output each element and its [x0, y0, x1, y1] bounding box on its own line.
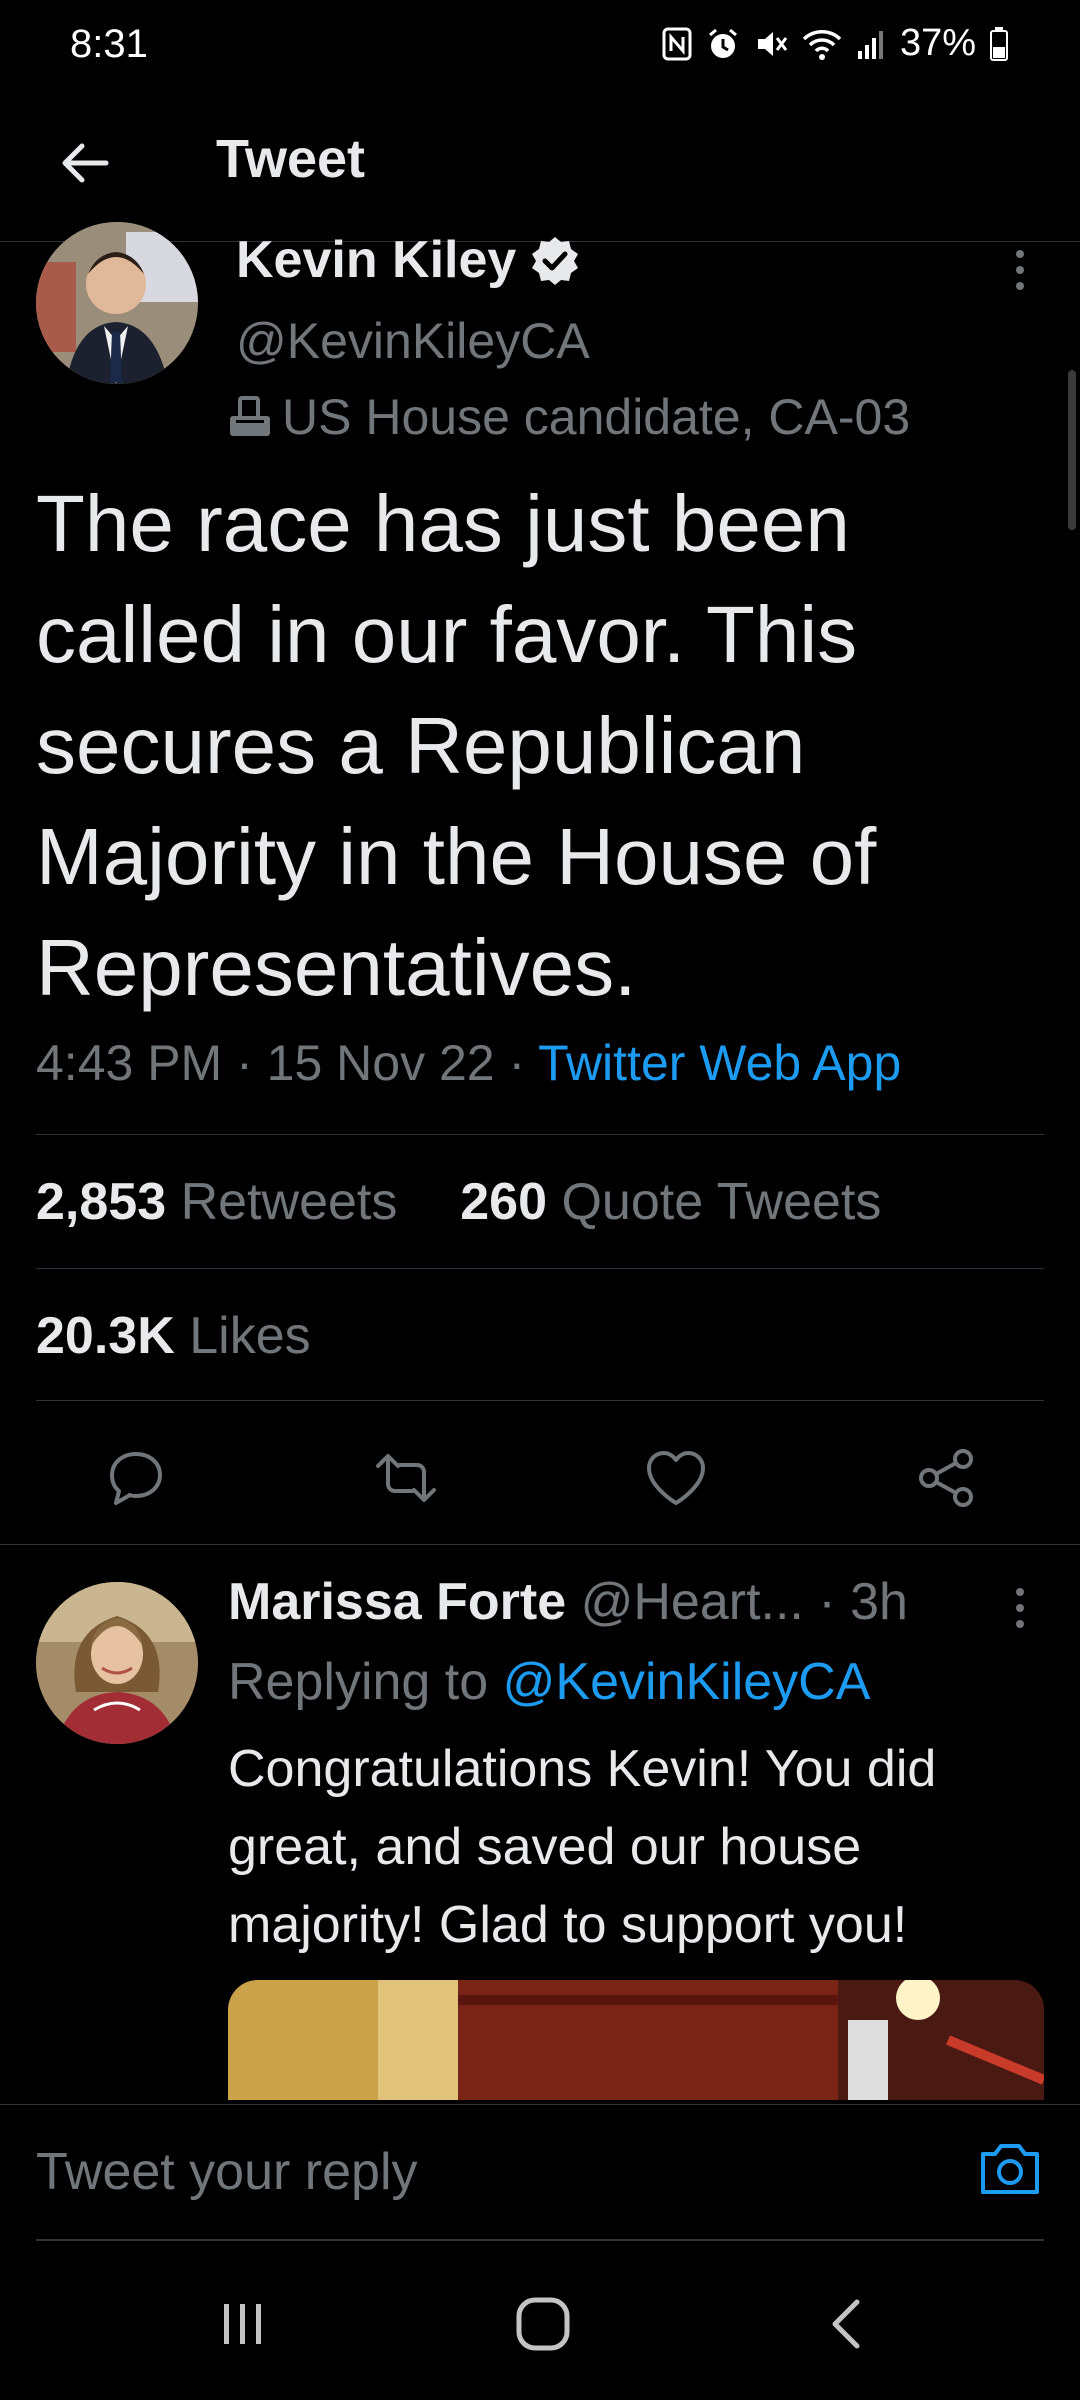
- replying-to: Replying to @KevinKileyCA: [228, 1652, 870, 1712]
- divider: [36, 1268, 1044, 1269]
- signal-icon: [857, 30, 883, 59]
- heart-icon: [647, 1451, 705, 1505]
- chevron-left-icon: [832, 2299, 860, 2349]
- like-button[interactable]: [636, 1438, 716, 1518]
- reply-header: Marissa Forte @Heart... · 3h: [228, 1572, 908, 1632]
- quotes-count: 260: [460, 1173, 548, 1231]
- tweet-meta: 4:43 PM · 15 Nov 22 · Twitter Web App: [36, 1034, 901, 1092]
- reply-author-name[interactable]: Marissa Forte: [228, 1573, 566, 1631]
- top-app-bar: Tweet: [0, 96, 1080, 242]
- reply-media-image[interactable]: [228, 1980, 1044, 2100]
- likes-label: Likes: [189, 1307, 311, 1365]
- meta-separator: ·: [508, 1035, 539, 1091]
- replying-to-mention[interactable]: @KevinKileyCA: [503, 1653, 871, 1711]
- nfc-icon: [662, 27, 692, 60]
- status-time: 8:31: [70, 22, 148, 66]
- likes-stat[interactable]: 20.3K Likes: [36, 1306, 311, 1366]
- author-handle[interactable]: @KevinKileyCA: [236, 312, 590, 370]
- reply-age: 3h: [850, 1573, 908, 1631]
- status-icons: 37%: [662, 22, 1008, 65]
- battery-icon: [990, 26, 1008, 61]
- retweets-label: Retweets: [180, 1173, 398, 1231]
- author-name: Kevin Kiley: [236, 231, 517, 289]
- status-bar: 8:31 37%: [0, 0, 1080, 90]
- reply-more-icon[interactable]: [1000, 1578, 1040, 1638]
- reply-button[interactable]: [96, 1438, 176, 1518]
- reply-author-avatar[interactable]: [36, 1582, 198, 1744]
- media-photo: [228, 1980, 1044, 2100]
- reply-author-handle[interactable]: @Heart...: [581, 1573, 804, 1631]
- wifi-icon: [802, 29, 842, 60]
- author-name-row[interactable]: Kevin Kiley: [236, 230, 580, 290]
- retweets-count: 2,853: [36, 1173, 167, 1231]
- meta-separator: ·: [236, 1035, 267, 1091]
- verified-badge-icon: [532, 237, 579, 285]
- camera-icon: [981, 2144, 1039, 2194]
- reply-separator: ·: [818, 1573, 851, 1631]
- reply-icon: [110, 1452, 162, 1505]
- recent-apps-icon: [224, 2304, 261, 2344]
- page-title: Tweet: [216, 129, 366, 189]
- tweet-time: 4:43 PM: [36, 1035, 223, 1091]
- tweet-more-icon[interactable]: [1000, 240, 1040, 300]
- divider: [36, 1400, 1044, 1401]
- divider: [36, 1134, 1044, 1135]
- scrollbar-thumb[interactable]: [1068, 370, 1076, 530]
- tweet-date: 15 Nov 22: [266, 1035, 495, 1091]
- replying-to-prefix: Replying to: [228, 1653, 489, 1711]
- engagement-stats: 2,853 Retweets 260 Quote Tweets: [36, 1172, 881, 1232]
- battery-percent: 37%: [899, 22, 976, 64]
- retweet-icon: [376, 1454, 436, 1502]
- author-avatar[interactable]: [36, 222, 198, 384]
- share-button[interactable]: [906, 1438, 986, 1518]
- reply-input-underline: [36, 2239, 1044, 2241]
- ballot-box-icon: [230, 396, 270, 436]
- mute-icon: [757, 31, 788, 56]
- tweet-text: The race has just been called in our fav…: [36, 479, 877, 1012]
- back-button[interactable]: [50, 128, 120, 198]
- section-divider: [0, 1544, 1080, 1545]
- author-label-text: US House candidate, CA-03: [282, 389, 911, 445]
- recent-apps-button[interactable]: [198, 2284, 288, 2364]
- author-label: US House candidate, CA-03: [226, 388, 910, 446]
- tweet-actions: [0, 1420, 1080, 1530]
- tweet-source-link[interactable]: Twitter Web App: [538, 1035, 901, 1091]
- quotes-label: Quote Tweets: [561, 1173, 882, 1231]
- retweets-stat[interactable]: 2,853 Retweets: [36, 1173, 397, 1231]
- arrow-left-icon: [62, 143, 109, 183]
- home-icon: [516, 2297, 570, 2351]
- reply-text: Congratulations Kevin! You did great, an…: [228, 1740, 937, 1954]
- likes-count: 20.3K: [36, 1307, 175, 1365]
- nav-back-button[interactable]: [802, 2284, 892, 2364]
- share-icon: [919, 1449, 973, 1507]
- avatar-image: [36, 222, 198, 384]
- camera-button[interactable]: [970, 2129, 1050, 2209]
- quote-tweets-stat[interactable]: 260 Quote Tweets: [460, 1173, 881, 1231]
- reply-input[interactable]: Tweet your reply: [36, 2127, 936, 2217]
- avatar-image: [36, 1582, 198, 1744]
- home-button[interactable]: [498, 2284, 588, 2364]
- system-nav-bar: [0, 2244, 1080, 2400]
- retweet-button[interactable]: [366, 1438, 446, 1518]
- alarm-icon: [708, 28, 737, 58]
- reply-composer: Tweet your reply: [0, 2104, 1080, 2241]
